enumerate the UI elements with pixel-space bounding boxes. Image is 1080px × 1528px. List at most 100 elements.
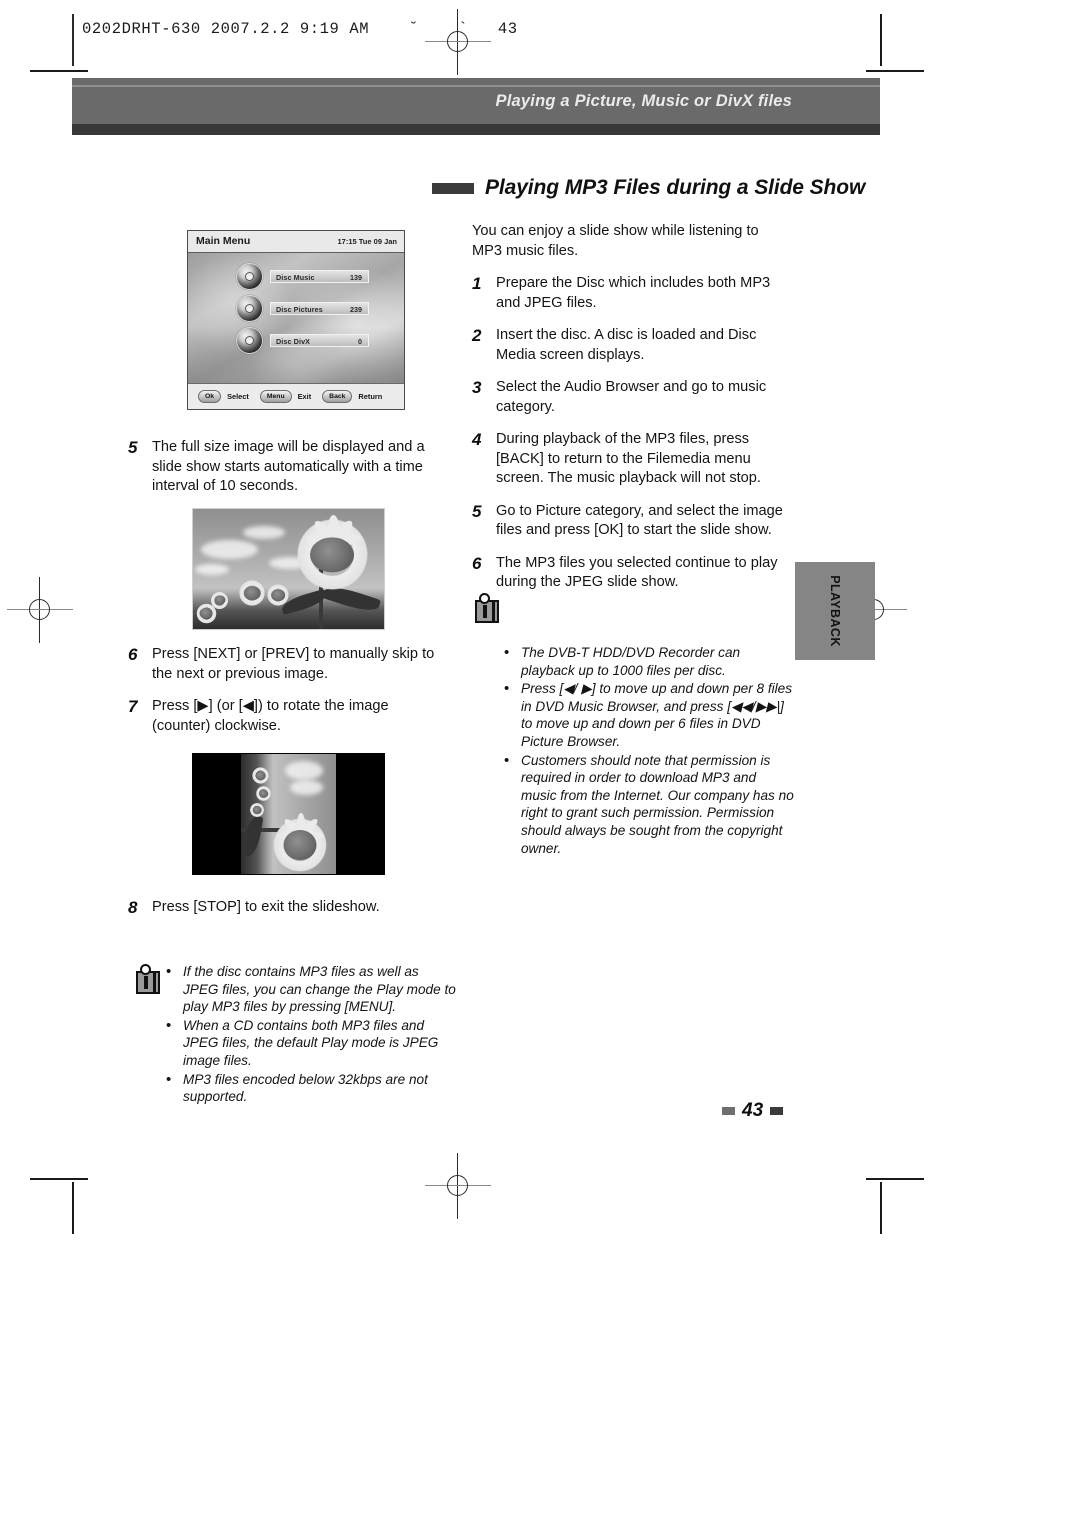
page-dash-left-icon bbox=[722, 1107, 735, 1115]
main-sunflower bbox=[284, 514, 381, 593]
note-bullet-text: If the disc contains MP3 files as well a… bbox=[183, 964, 456, 1015]
tv-key-back-action: Return bbox=[358, 392, 383, 401]
bullet-icon: • bbox=[504, 751, 510, 769]
step-number: 6 bbox=[472, 553, 482, 573]
step-item: 6 Press [NEXT] or [PREV] to manually ski… bbox=[128, 645, 448, 684]
bullet-icon: • bbox=[504, 680, 510, 698]
step-item: 6 The MP3 files you selected continue to… bbox=[472, 554, 790, 593]
disc-music-icon bbox=[236, 263, 263, 290]
cloud-shape bbox=[290, 780, 323, 795]
header-underbar bbox=[72, 124, 880, 135]
tv-menu-item-count: 139 bbox=[350, 272, 362, 282]
step-item: 7 Press [▶] (or [◀]) to rotate the image… bbox=[128, 697, 448, 736]
note-bullet-item: • Press [◀/ ▶] to move up and down per 8… bbox=[504, 680, 794, 750]
header-band-rule bbox=[72, 85, 880, 87]
right-note-list: • The DVB-T HDD/DVD Recorder can playbac… bbox=[504, 644, 794, 858]
note-bullet-item: • MP3 files encoded below 32kbps are not… bbox=[166, 1071, 456, 1106]
tv-footer-key-hints: Ok Select Menu Exit Back Return bbox=[188, 383, 404, 409]
step-item: 8 Press [STOP] to exit the slideshow. bbox=[128, 898, 448, 918]
tv-menu-item-label: Disc Pictures bbox=[276, 304, 323, 314]
tv-screenshot-main-menu: Main Menu 17:15 Tue 09 Jan Disc Music 13… bbox=[187, 230, 405, 410]
intro-paragraph: You can enjoy a slide show while listeni… bbox=[472, 223, 759, 259]
left-column-steps-6-7: 6 Press [NEXT] or [PREV] to manually ski… bbox=[128, 645, 448, 736]
bullet-icon: • bbox=[166, 1070, 172, 1088]
note-bullet-text: Customers should note that permission is… bbox=[521, 752, 794, 856]
background-sunflower bbox=[193, 602, 220, 625]
step-number: 1 bbox=[472, 274, 482, 293]
tv-menu-item-disc-music[interactable]: Disc Music 139 bbox=[236, 263, 369, 290]
main-sunflower bbox=[265, 812, 335, 874]
right-column-steps: You can enjoy a slide show while listeni… bbox=[472, 222, 790, 593]
disc-pictures-icon bbox=[236, 295, 263, 322]
left-note-list: • If the disc contains MP3 files as well… bbox=[166, 963, 456, 1107]
right-note-box bbox=[472, 592, 502, 624]
info-note-icon bbox=[472, 592, 502, 624]
step-text: Go to Picture category, and select the i… bbox=[496, 502, 783, 539]
step-number: 3 bbox=[472, 378, 482, 397]
tv-menu-item-disc-pictures[interactable]: Disc Pictures 239 bbox=[236, 295, 369, 322]
sunflower-center bbox=[252, 805, 262, 814]
note-bullet-item: • Customers should note that permission … bbox=[504, 752, 794, 858]
note-bullet-text: The DVB-T HDD/DVD Recorder can playback … bbox=[521, 645, 741, 678]
step-text: Press [STOP] to exit the slideshow. bbox=[152, 899, 380, 915]
tv-menu-item-label: Disc Music bbox=[276, 272, 315, 282]
sunflower-center bbox=[255, 770, 267, 781]
step-text: Insert the disc. A disc is loaded and Di… bbox=[496, 327, 757, 363]
step-item: 5 The full size image will be displayed … bbox=[128, 438, 448, 497]
tv-menu-item-disc-divx[interactable]: Disc DivX 0 bbox=[236, 327, 369, 354]
tv-menu-item-label: Disc DivX bbox=[276, 336, 311, 346]
crop-line-top-left-h bbox=[30, 70, 88, 72]
step-item: 5 Go to Picture category, and select the… bbox=[472, 502, 790, 541]
step-item: 4 During playback of the MP3 files, pres… bbox=[472, 430, 790, 489]
bullet-icon: • bbox=[166, 963, 172, 980]
note-bullet-item: • When a CD contains both MP3 files and … bbox=[166, 1017, 456, 1070]
header-band-title: Playing a Picture, Music or DivX files bbox=[495, 92, 792, 110]
step-number: 8 bbox=[128, 898, 138, 917]
step-text: During playback of the MP3 files, press … bbox=[496, 431, 761, 486]
step-number: 5 bbox=[472, 501, 482, 521]
sunflower-center bbox=[258, 789, 269, 798]
page-number: 43 bbox=[742, 1100, 764, 1121]
tv-menu-pill[interactable]: Disc DivX 0 bbox=[270, 334, 369, 347]
tv-menu-pill[interactable]: Disc Music 139 bbox=[270, 270, 369, 283]
left-column-step-8: 8 Press [STOP] to exit the slideshow. bbox=[128, 898, 448, 918]
crop-line-bottom-right-h bbox=[866, 1178, 924, 1180]
step-text: Select the Audio Browser and go to music… bbox=[496, 379, 767, 415]
crop-line-top-right-v bbox=[880, 14, 882, 66]
side-tab-label: PLAYBACK bbox=[828, 575, 842, 647]
page-dash-right-icon bbox=[770, 1107, 784, 1115]
section-heading: Playing MP3 Files during a Slide Show bbox=[432, 176, 865, 200]
step-number: 5 bbox=[128, 438, 138, 457]
tv-key-back[interactable]: Back bbox=[322, 390, 353, 403]
tv-key-ok[interactable]: Ok bbox=[198, 390, 222, 403]
info-note-icon bbox=[133, 963, 163, 995]
tv-clock: 17:15 Tue 09 Jan bbox=[337, 237, 397, 246]
page-number-footer: 43 bbox=[722, 1100, 784, 1122]
crop-line-bottom-left-v bbox=[72, 1182, 74, 1234]
chapter-side-tab: PLAYBACK bbox=[795, 562, 875, 660]
tv-menu-pill[interactable]: Disc Pictures 239 bbox=[270, 302, 369, 315]
note-bullet-item: • The DVB-T HDD/DVD Recorder can playbac… bbox=[504, 644, 794, 679]
tv-menu-background: Disc Music 139 Disc Pictures 239 Disc Di… bbox=[188, 253, 404, 383]
step-number: 2 bbox=[472, 326, 482, 345]
section-dash-icon bbox=[432, 182, 474, 194]
step-number: 4 bbox=[472, 430, 482, 449]
bullet-icon: • bbox=[166, 1016, 172, 1034]
sunflower-center bbox=[243, 586, 261, 600]
step-text: Press [▶] (or [◀]) to rotate the image (… bbox=[152, 698, 389, 734]
page-title: Playing MP3 Files during a Slide Show bbox=[485, 176, 866, 199]
cloud-shape bbox=[194, 564, 230, 575]
step-text: The full size image will be displayed an… bbox=[152, 439, 425, 494]
step-text: Prepare the Disc which includes both MP3… bbox=[496, 275, 771, 311]
cloud-shape bbox=[242, 525, 285, 539]
sunflower-center bbox=[310, 536, 355, 573]
step-text: Press [NEXT] or [PREV] to manually skip … bbox=[152, 646, 435, 682]
note-bullet-text: MP3 files encoded below 32kbps are not s… bbox=[183, 1071, 428, 1105]
left-note-box bbox=[133, 963, 163, 995]
step-number: 7 bbox=[128, 697, 138, 716]
disc-divx-icon bbox=[236, 327, 263, 354]
tv-key-menu[interactable]: Menu bbox=[259, 390, 292, 403]
note-bullet-text: Press [◀/ ▶] to move up and down per 8 f… bbox=[521, 681, 793, 749]
slug-line: 0202DRHT-630 2007.2.2 9:19 AM ˘ ` 43 bbox=[82, 20, 518, 38]
tv-key-ok-action: Select bbox=[227, 392, 249, 401]
